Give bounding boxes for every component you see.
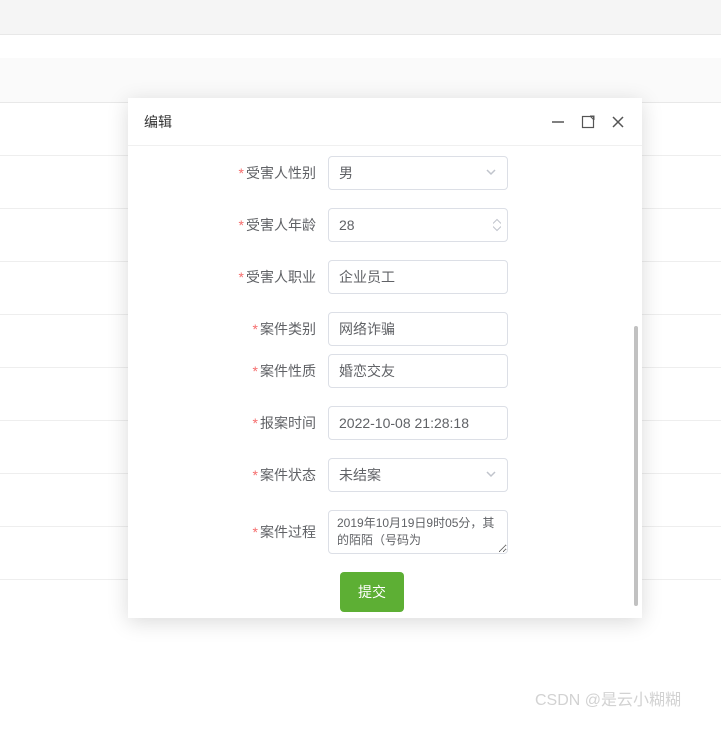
report-time-input[interactable]	[339, 415, 497, 431]
textarea-case-process[interactable]: 2019年10月19日9时05分，其的陌陌（号码为	[328, 510, 508, 554]
input-report-time[interactable]	[328, 406, 508, 440]
input-case-nature[interactable]	[328, 354, 508, 388]
minimize-icon[interactable]	[550, 114, 566, 130]
label-age: *受害人年龄	[148, 215, 328, 235]
label-occupation: *受害人职业	[148, 267, 328, 287]
case-nature-input[interactable]	[339, 363, 497, 379]
occupation-input[interactable]	[339, 269, 497, 285]
field-case-category: *案件类别	[148, 312, 622, 346]
submit-button[interactable]: 提交	[340, 572, 404, 612]
input-occupation[interactable]	[328, 260, 508, 294]
age-input[interactable]	[339, 217, 497, 233]
number-stepper-icon[interactable]	[493, 219, 501, 232]
field-gender: *受害人性别 男	[148, 156, 622, 190]
field-case-status: *案件状态 未结案	[148, 458, 622, 492]
label-case-process: *案件过程	[148, 522, 328, 542]
label-case-nature: *案件性质	[148, 361, 328, 381]
chevron-down-icon	[485, 165, 497, 181]
modal-header: 编辑	[128, 98, 642, 146]
label-gender: *受害人性别	[148, 163, 328, 183]
label-case-status: *案件状态	[148, 465, 328, 485]
field-case-nature: *案件性质	[148, 354, 622, 388]
modal-body: *受害人性别 男 *受害人年龄 *受害人职业	[128, 146, 642, 618]
select-gender[interactable]: 男	[328, 156, 508, 190]
field-case-process: *案件过程 2019年10月19日9时05分，其的陌陌（号码为	[148, 510, 622, 554]
edit-modal: 编辑 *受害人性别 男 *受害人年龄	[128, 98, 642, 618]
input-case-category[interactable]	[328, 312, 508, 346]
maximize-icon[interactable]	[580, 114, 596, 130]
field-age: *受害人年龄	[148, 208, 622, 242]
input-age[interactable]	[328, 208, 508, 242]
field-report-time: *报案时间	[148, 406, 622, 440]
select-case-status[interactable]: 未结案	[328, 458, 508, 492]
label-case-category: *案件类别	[148, 319, 328, 339]
field-occupation: *受害人职业	[148, 260, 622, 294]
modal-title: 编辑	[144, 112, 172, 132]
modal-controls	[550, 114, 626, 130]
chevron-down-icon	[485, 467, 497, 483]
label-report-time: *报案时间	[148, 413, 328, 433]
case-category-input[interactable]	[339, 321, 497, 337]
scrollbar-thumb[interactable]	[634, 326, 638, 606]
scrollbar[interactable]	[634, 246, 640, 646]
close-icon[interactable]	[610, 114, 626, 130]
